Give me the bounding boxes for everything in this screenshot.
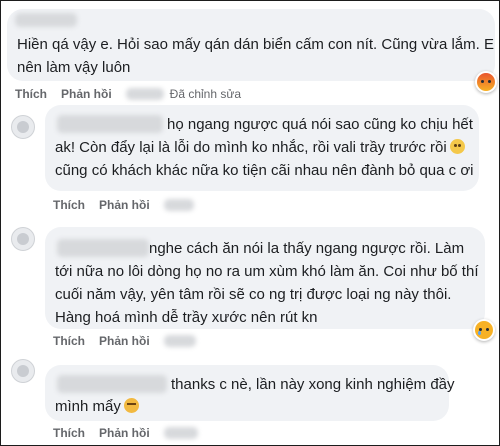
- reply-button[interactable]: Phản hồi: [61, 87, 112, 101]
- comment-actions: Thích Phản hồi: [53, 426, 198, 440]
- comment-text: Hiền qá vậy e. Hỏi sao mấy qán dán biển …: [17, 36, 494, 53]
- redacted-name: [57, 115, 163, 133]
- avatar[interactable]: [11, 115, 35, 139]
- comment-actions: Thích Phản hồi: [53, 334, 196, 348]
- comment-text: cũng có khách khác nữa ko tiện cãi nhau …: [55, 162, 474, 179]
- redacted-name: [57, 239, 149, 257]
- comment-bubble: nghe cách ăn nói la thấy ngang ngược rồi…: [45, 227, 485, 329]
- redacted-name: [15, 13, 77, 27]
- comment-actions: Thích Phản hồi Đã chỉnh sửa: [15, 87, 241, 101]
- comment-bubble: thanks c nè, lần này xong kinh nghiệm đầ…: [45, 365, 455, 421]
- reply-button[interactable]: Phản hồi: [99, 198, 150, 212]
- redacted-time: [125, 88, 164, 100]
- comment-actions: Thích Phản hồi: [53, 198, 194, 212]
- like-button[interactable]: Thích: [53, 198, 85, 212]
- pleading-face-emoji-icon: [449, 139, 465, 154]
- comment-text: họ ngang ngược quá nói sao cũng ko chịu …: [167, 116, 473, 133]
- comment-text: Hàng hoá mình dễ trầy xước nên rút kn: [55, 309, 318, 326]
- redacted-name: [57, 375, 167, 393]
- comment-text: tới nữa no lôi dòng họ no ra um xùm khó …: [55, 263, 479, 280]
- comment-text: nghe cách ăn nói la thấy ngang ngược rồi…: [149, 240, 465, 257]
- comment-text: nên làm vậy luôn: [17, 59, 131, 76]
- avatar[interactable]: [11, 359, 35, 383]
- reply-button[interactable]: Phản hồi: [99, 426, 150, 440]
- sad-reaction-icon[interactable]: [473, 319, 495, 341]
- comment-text: cuối năm vậy, yên tâm rồi sẽ co ng trị đ…: [55, 286, 452, 303]
- reply-button[interactable]: Phản hồi: [99, 334, 150, 348]
- redacted-time: [163, 427, 198, 439]
- comment-text: mình mẩy: [55, 395, 139, 418]
- like-button[interactable]: Thích: [53, 334, 85, 348]
- comment-text: ak! Còn đẩy lại là lỗi do mình ko nhắc, …: [55, 136, 465, 159]
- tired-face-emoji-icon: [123, 398, 139, 413]
- redacted-time: [163, 335, 196, 347]
- edited-label[interactable]: Đã chỉnh sửa: [170, 87, 241, 101]
- like-button[interactable]: Thích: [15, 87, 47, 101]
- comment-bubble: họ ngang ngược quá nói sao cũng ko chịu …: [45, 105, 479, 191]
- avatar[interactable]: [11, 227, 35, 251]
- angry-reaction-icon[interactable]: [475, 71, 497, 93]
- redacted-time: [163, 199, 194, 211]
- like-button[interactable]: Thích: [53, 426, 85, 440]
- comment-text: thanks c nè, lần này xong kinh nghiệm đầ…: [171, 376, 455, 393]
- comment-bubble: Hiền qá vậy e. Hỏi sao mấy qán dán biển …: [7, 9, 495, 81]
